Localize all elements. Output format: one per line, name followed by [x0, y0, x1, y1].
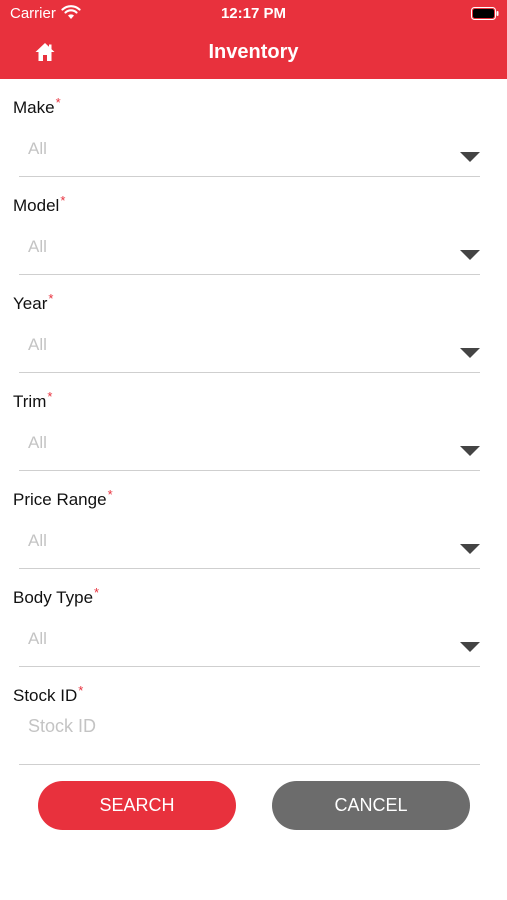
- required-mark: *: [55, 95, 61, 110]
- trim-field[interactable]: Trim* All: [0, 373, 507, 471]
- make-select-value[interactable]: All: [28, 139, 47, 159]
- stock-id-label-text: Stock ID: [13, 686, 78, 705]
- chevron-down-icon[interactable]: [460, 152, 480, 162]
- year-select-value[interactable]: All: [28, 335, 47, 355]
- model-select-value[interactable]: All: [28, 237, 47, 257]
- page-title: Inventory: [208, 41, 299, 63]
- body-type-label-text: Body Type: [13, 588, 94, 607]
- body-type-label: Body Type*: [13, 585, 99, 608]
- price-range-label-text: Price Range: [13, 490, 107, 509]
- required-mark: *: [47, 389, 53, 404]
- chevron-down-icon[interactable]: [460, 348, 480, 358]
- year-label: Year*: [13, 291, 53, 314]
- cancel-button[interactable]: CANCEL: [272, 781, 470, 830]
- price-range-label: Price Range*: [13, 487, 113, 510]
- chevron-down-icon[interactable]: [460, 642, 480, 652]
- year-label-text: Year: [13, 294, 48, 313]
- field-divider: [19, 764, 480, 765]
- make-field[interactable]: Make* All: [0, 79, 507, 177]
- trim-label-text: Trim: [13, 392, 47, 411]
- make-label: Make*: [13, 95, 61, 118]
- status-time: 12:17 PM: [220, 5, 287, 22]
- year-field[interactable]: Year* All: [0, 275, 507, 373]
- price-range-select-value[interactable]: All: [28, 531, 47, 551]
- body-type-field[interactable]: Body Type* All: [0, 569, 507, 667]
- nav-bar: Inventory: [0, 28, 507, 79]
- required-mark: *: [48, 291, 54, 306]
- required-mark: *: [94, 585, 100, 600]
- chevron-down-icon[interactable]: [460, 544, 480, 554]
- model-label: Model*: [13, 193, 65, 216]
- app-header: Carrier 12:17 PM Inventory: [0, 0, 507, 79]
- stock-id-label: Stock ID*: [13, 683, 83, 706]
- model-field[interactable]: Model* All: [0, 177, 507, 275]
- make-label-text: Make: [13, 98, 55, 117]
- stock-id-input[interactable]: [28, 711, 478, 741]
- battery-icon: [471, 7, 499, 20]
- required-mark: *: [107, 487, 113, 502]
- required-mark: *: [78, 683, 84, 698]
- model-label-text: Model: [13, 196, 60, 215]
- required-mark: *: [60, 193, 66, 208]
- trim-label: Trim*: [13, 389, 52, 412]
- chevron-down-icon[interactable]: [460, 250, 480, 260]
- body-type-select-value[interactable]: All: [28, 629, 47, 649]
- trim-select-value[interactable]: All: [28, 433, 47, 453]
- status-bar: Carrier 12:17 PM: [0, 0, 507, 28]
- price-range-field[interactable]: Price Range* All: [0, 471, 507, 569]
- search-button[interactable]: SEARCH: [38, 781, 236, 830]
- chevron-down-icon[interactable]: [460, 446, 480, 456]
- stock-id-field: Stock ID*: [0, 667, 507, 765]
